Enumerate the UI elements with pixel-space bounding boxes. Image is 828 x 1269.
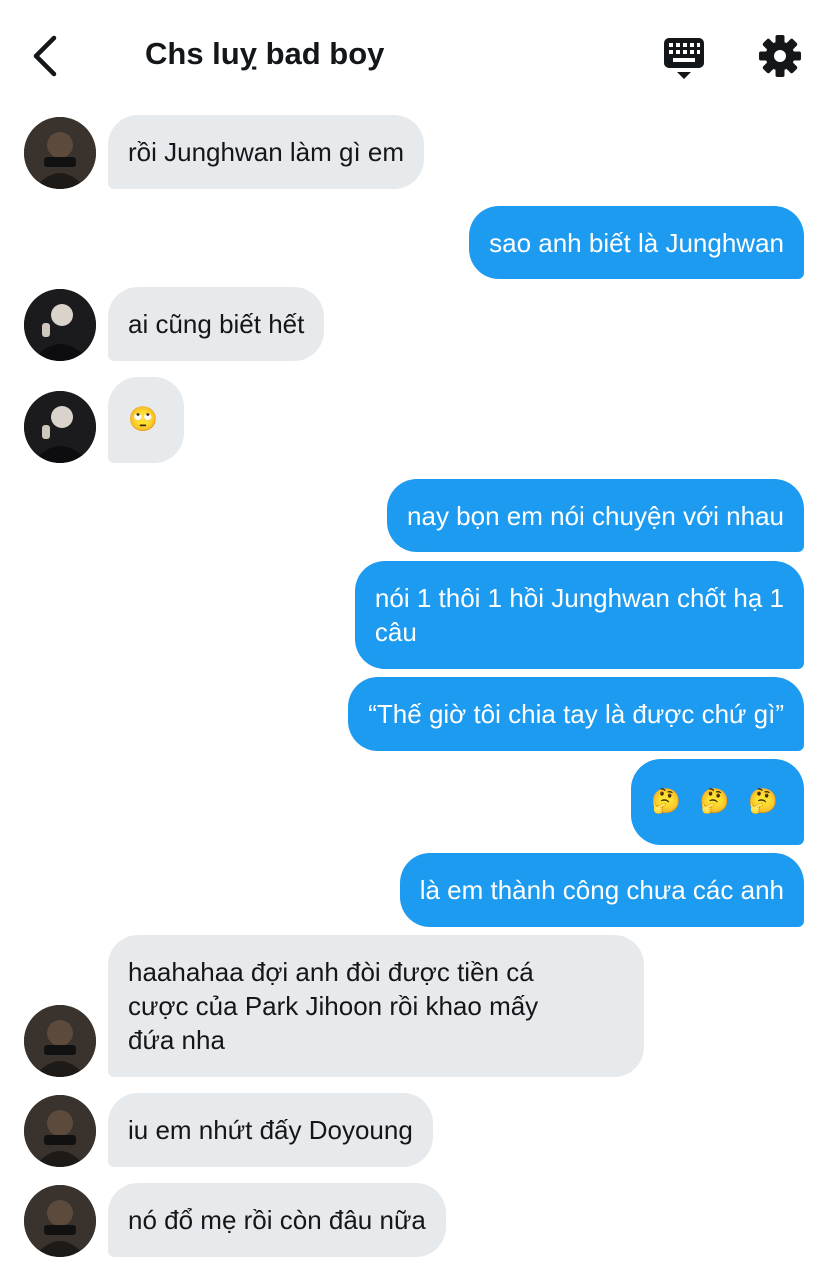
message-text: nó đổ mẹ rồi còn đâu nữa xyxy=(128,1205,426,1235)
message-text-line: nói 1 thôi 1 hồi Junghwan chốt hạ 1 xyxy=(374,583,784,613)
settings-button[interactable] xyxy=(758,34,802,78)
message-bubble-incoming[interactable]: haahahaa đợi anh đòi được tiền cá cược c… xyxy=(108,935,644,1077)
avatar[interactable] xyxy=(24,289,96,361)
message-text: sao anh biết là Junghwan xyxy=(489,227,784,258)
message-bubble-outgoing[interactable]: sao anh biết là Junghwan xyxy=(469,206,804,279)
avatar-photo xyxy=(24,1005,96,1077)
message-emoji: 🙄 xyxy=(128,406,164,433)
avatar[interactable] xyxy=(24,117,96,189)
chat-header: Chs luỵ bad boy xyxy=(0,0,828,112)
message-bubble-outgoing[interactable]: “Thế giờ tôi chia tay là được chứ gì” xyxy=(348,677,804,751)
avatar-photo xyxy=(24,289,96,361)
message-text: rồi Junghwan làm gì em xyxy=(128,137,405,167)
message-text-line: câu xyxy=(374,617,417,647)
message-bubble-outgoing[interactable]: 🤔 🤔 🤔 xyxy=(631,759,804,845)
back-button[interactable] xyxy=(28,34,64,78)
message-text: iu em nhứt đấy Doyoung xyxy=(128,1115,413,1145)
chevron-left-icon xyxy=(33,35,57,77)
keyboard-button[interactable] xyxy=(662,36,706,80)
message-bubble-incoming[interactable]: iu em nhứt đấy Doyoung xyxy=(108,1093,433,1167)
message-row: haahahaa đợi anh đòi được tiền cá cược c… xyxy=(0,935,828,1077)
avatar[interactable] xyxy=(24,1095,96,1167)
message-row: rồi Junghwan làm gì em xyxy=(0,115,828,189)
message-text: là em thành công chưa các anh xyxy=(419,875,784,905)
message-row: 🤔 🤔 🤔 xyxy=(0,759,828,845)
message-row: nói 1 thôi 1 hồi Junghwan chốt hạ 1 câu xyxy=(0,561,828,669)
message-text: nay bọn em nói chuyện với nhau xyxy=(407,500,784,531)
message-bubble-incoming[interactable]: rồi Junghwan làm gì em xyxy=(108,115,425,189)
message-emoji: 🤔 🤔 🤔 xyxy=(651,788,784,815)
message-row: iu em nhứt đấy Doyoung xyxy=(0,1093,828,1167)
avatar-photo xyxy=(24,391,96,463)
message-text: ai cũng biết hết xyxy=(128,309,305,339)
message-row: nó đổ mẹ rồi còn đâu nữa xyxy=(0,1183,828,1257)
avatar-photo xyxy=(24,117,96,189)
avatar-photo xyxy=(24,1185,96,1257)
message-text-line: đứa nha xyxy=(128,1025,225,1055)
message-bubble-outgoing[interactable]: nay bọn em nói chuyện với nhau xyxy=(387,479,804,552)
message-row: “Thế giờ tôi chia tay là được chứ gì” xyxy=(0,677,828,751)
page-title[interactable]: Chs luỵ bad boy xyxy=(145,36,384,72)
keyboard-icon xyxy=(664,38,704,79)
message-row: 🙄 xyxy=(0,377,828,463)
message-row: ai cũng biết hết xyxy=(0,287,828,361)
gear-icon xyxy=(759,35,801,77)
message-bubble-incoming[interactable]: ai cũng biết hết xyxy=(108,287,325,361)
message-text-line: haahahaa đợi anh đòi được tiền cá xyxy=(128,957,534,987)
avatar[interactable] xyxy=(24,1005,96,1077)
message-row: sao anh biết là Junghwan xyxy=(0,206,828,279)
message-text-line: cược của Park Jihoon rồi khao mấy xyxy=(128,991,539,1021)
message-row: là em thành công chưa các anh xyxy=(0,853,828,927)
message-bubble-incoming[interactable]: 🙄 xyxy=(108,377,184,463)
avatar[interactable] xyxy=(24,1185,96,1257)
message-bubble-outgoing[interactable]: nói 1 thôi 1 hồi Junghwan chốt hạ 1 câu xyxy=(354,561,804,669)
message-text: “Thế giờ tôi chia tay là được chứ gì” xyxy=(368,699,784,729)
avatar-photo xyxy=(24,1095,96,1167)
message-bubble-incoming[interactable]: nó đổ mẹ rồi còn đâu nữa xyxy=(108,1183,446,1257)
message-bubble-outgoing[interactable]: là em thành công chưa các anh xyxy=(399,853,804,927)
message-row: nay bọn em nói chuyện với nhau xyxy=(0,479,828,552)
avatar[interactable] xyxy=(24,391,96,463)
